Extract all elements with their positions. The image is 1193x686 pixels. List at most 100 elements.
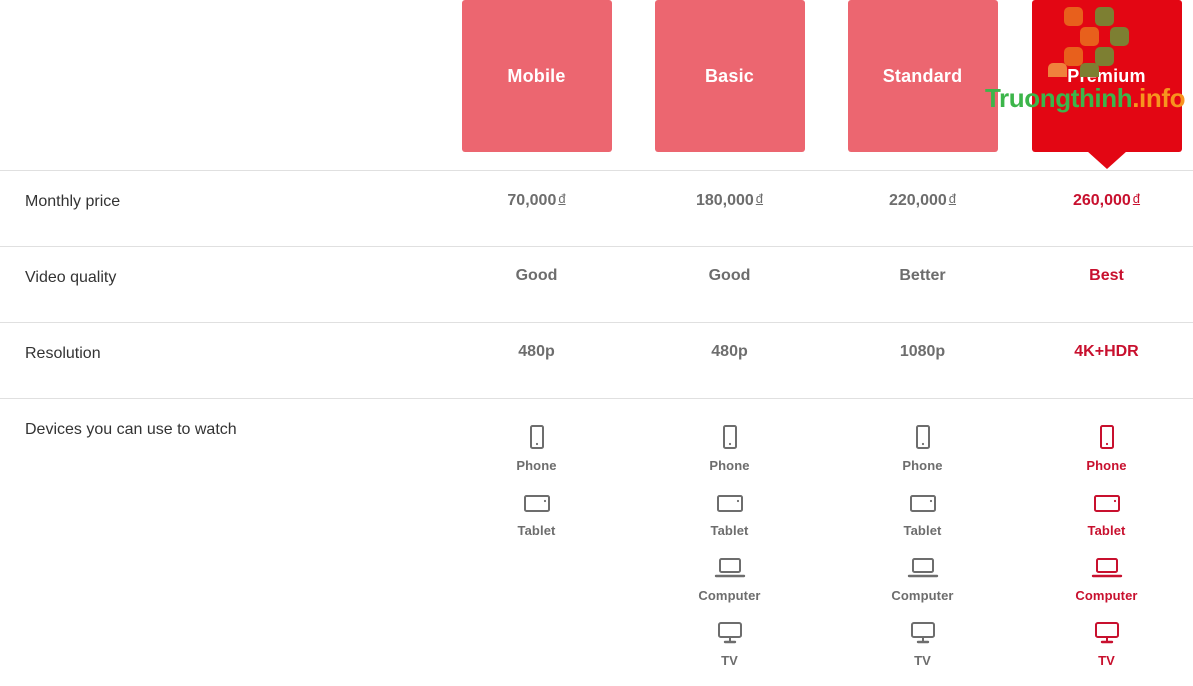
plan-name: Mobile bbox=[507, 65, 566, 86]
device-item: Computer bbox=[1062, 551, 1152, 603]
quality-value: Good bbox=[708, 267, 751, 284]
plan-card-standard[interactable]: Standard bbox=[847, 0, 998, 152]
device-item: Phone bbox=[685, 421, 775, 473]
device-list: Phone Tablet Computer TV bbox=[878, 415, 968, 668]
device-label: Phone bbox=[709, 458, 750, 473]
cell-devices-premium: Phone Tablet Computer TV bbox=[1019, 415, 1193, 668]
device-item: Phone bbox=[878, 421, 968, 473]
row-resolution: Resolution 480p 480p 1080p 4K+HDR bbox=[0, 322, 1193, 398]
row-label: Devices you can use to watch bbox=[25, 421, 237, 438]
quality-value: Good bbox=[515, 267, 558, 284]
device-label: Tablet bbox=[517, 523, 556, 538]
device-label: TV bbox=[721, 653, 738, 668]
quality-value: Best bbox=[1089, 267, 1124, 284]
device-item: Tablet bbox=[492, 486, 582, 538]
plan-column-premium[interactable]: Premium bbox=[1019, 0, 1193, 169]
device-item: Tablet bbox=[685, 486, 775, 538]
device-item: TV bbox=[685, 616, 775, 668]
device-label: Phone bbox=[516, 458, 557, 473]
row-devices: Devices you can use to watch Phone Tablet… bbox=[0, 398, 1193, 668]
device-item: TV bbox=[878, 616, 968, 668]
device-item: Tablet bbox=[878, 486, 968, 538]
row-label: Monthly price bbox=[25, 193, 121, 210]
currency-symbol: đ bbox=[558, 191, 566, 206]
phone-icon bbox=[906, 421, 940, 455]
cell-price-basic: 180,000 đ bbox=[633, 191, 826, 210]
device-label: Computer bbox=[1075, 588, 1138, 603]
device-item: Tablet bbox=[1062, 486, 1152, 538]
plan-card-premium[interactable]: Premium bbox=[1031, 0, 1182, 169]
device-label: Tablet bbox=[1087, 523, 1126, 538]
cell-devices-standard: Phone Tablet Computer TV bbox=[826, 415, 1019, 668]
plan-name: Basic bbox=[704, 65, 755, 86]
plan-card-mobile[interactable]: Mobile bbox=[461, 0, 612, 152]
cell-quality-basic: Good bbox=[633, 267, 826, 285]
cell-resolution-basic: 480p bbox=[633, 343, 826, 361]
tablet-icon bbox=[713, 486, 747, 520]
price-value: 180,000 đ bbox=[695, 191, 764, 209]
device-label: Phone bbox=[1086, 458, 1127, 473]
comparison-grid: Mobile Basic Standard Premium Monthly pr… bbox=[0, 0, 1193, 668]
plan-name: Premium bbox=[1067, 65, 1146, 86]
cell-price-mobile: 70,000 đ bbox=[440, 191, 633, 210]
device-label: Computer bbox=[891, 588, 954, 603]
row-label: Video quality bbox=[25, 269, 117, 286]
tablet-icon bbox=[520, 486, 554, 520]
device-label: Tablet bbox=[710, 523, 749, 538]
device-item: Phone bbox=[492, 421, 582, 473]
device-label: Tablet bbox=[903, 523, 942, 538]
device-label: Computer bbox=[698, 588, 761, 603]
tablet-icon bbox=[906, 486, 940, 520]
phone-icon bbox=[713, 421, 747, 455]
resolution-value: 480p bbox=[711, 343, 748, 360]
resolution-value: 4K+HDR bbox=[1074, 343, 1139, 360]
device-item: Phone bbox=[1062, 421, 1152, 473]
plan-column-standard[interactable]: Standard bbox=[826, 0, 1019, 152]
device-item: Computer bbox=[878, 551, 968, 603]
currency-symbol: đ bbox=[1132, 191, 1141, 206]
tv-icon bbox=[906, 616, 940, 650]
cell-price-premium: 260,000 đ bbox=[1019, 191, 1193, 210]
currency-symbol: đ bbox=[948, 191, 957, 206]
resolution-value: 1080p bbox=[899, 343, 946, 360]
device-item: TV bbox=[1062, 616, 1152, 668]
cell-price-standard: 220,000 đ bbox=[826, 191, 1019, 210]
cell-devices-mobile: Phone Tablet bbox=[440, 415, 633, 538]
phone-icon bbox=[1090, 421, 1124, 455]
currency-symbol: đ bbox=[755, 191, 764, 206]
device-label: TV bbox=[1098, 653, 1115, 668]
tv-icon bbox=[713, 616, 747, 650]
cell-resolution-standard: 1080p bbox=[826, 343, 1019, 361]
device-item: Computer bbox=[685, 551, 775, 603]
plan-header-row: Mobile Basic Standard Premium bbox=[0, 0, 1193, 170]
cell-resolution-premium: 4K+HDR bbox=[1019, 343, 1193, 361]
cell-quality-standard: Better bbox=[826, 267, 1019, 285]
cell-devices-basic: Phone Tablet Computer TV bbox=[633, 415, 826, 668]
plan-card-basic[interactable]: Basic bbox=[654, 0, 805, 152]
plan-column-basic[interactable]: Basic bbox=[633, 0, 826, 152]
quality-value: Better bbox=[899, 267, 946, 284]
cell-quality-premium: Best bbox=[1019, 267, 1193, 285]
price-value: 220,000 đ bbox=[888, 191, 957, 209]
plan-name: Standard bbox=[882, 65, 963, 86]
device-list: Phone Tablet bbox=[492, 415, 582, 538]
price-value: 260,000 đ bbox=[1072, 191, 1141, 209]
computer-icon bbox=[1090, 551, 1124, 585]
selected-plan-pointer-icon bbox=[1086, 151, 1127, 169]
cell-resolution-mobile: 480p bbox=[440, 343, 633, 361]
row-monthly-price: Monthly price 70,000 đ 180,000 đ 220,000 đ … bbox=[0, 170, 1193, 246]
resolution-value: 480p bbox=[518, 343, 555, 360]
tablet-icon bbox=[1090, 486, 1124, 520]
computer-icon bbox=[713, 551, 747, 585]
phone-icon bbox=[520, 421, 554, 455]
price-value: 70,000 đ bbox=[507, 191, 566, 209]
device-list: Phone Tablet Computer TV bbox=[685, 415, 775, 668]
plan-comparison-table: Mobile Basic Standard Premium Monthly pr… bbox=[0, 0, 1193, 686]
row-video-quality: Video quality Good Good Better Best bbox=[0, 246, 1193, 322]
computer-icon bbox=[906, 551, 940, 585]
device-list: Phone Tablet Computer TV bbox=[1062, 415, 1152, 668]
plan-column-mobile[interactable]: Mobile bbox=[440, 0, 633, 152]
device-label: TV bbox=[914, 653, 931, 668]
device-label: Phone bbox=[902, 458, 943, 473]
tv-icon bbox=[1090, 616, 1124, 650]
